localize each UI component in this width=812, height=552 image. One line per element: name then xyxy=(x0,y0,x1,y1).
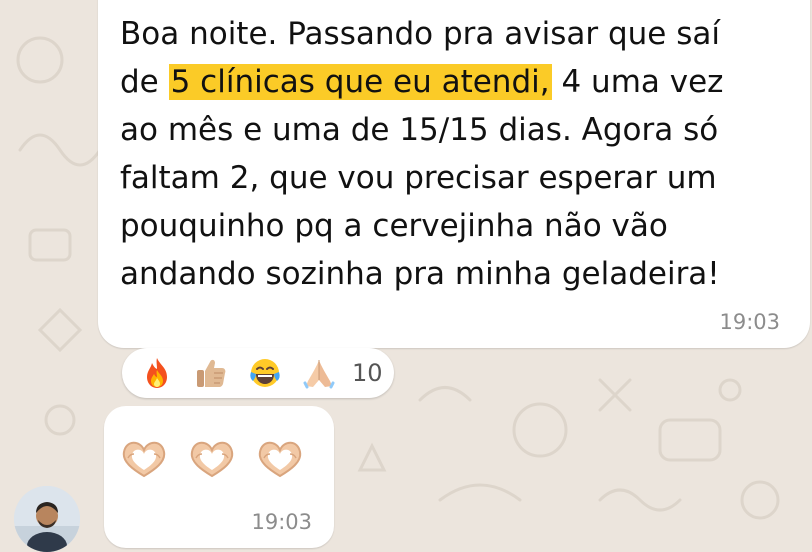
reaction-count: 10 xyxy=(352,359,383,387)
fire-icon xyxy=(140,356,174,390)
emoji-row xyxy=(120,438,324,478)
highlighted-text: 5 clínicas que eu atendi, xyxy=(168,64,552,100)
message-text: Boa noite. Passando pra avisar que saí d… xyxy=(120,10,800,298)
message-line-post: 4 uma vez xyxy=(551,64,724,100)
avatar[interactable] xyxy=(14,486,80,552)
message-line: Boa noite. Passando pra avisar que saí xyxy=(120,16,720,52)
message-timestamp: 19:03 xyxy=(719,310,780,334)
message-bubble[interactable]: Boa noite. Passando pra avisar que saí d… xyxy=(98,0,810,348)
thumbs-up-icon xyxy=(194,356,228,390)
message-timestamp: 19:03 xyxy=(251,510,312,534)
heart-hands-icon xyxy=(188,438,236,478)
message-line-pre: de xyxy=(120,64,169,100)
reactions-bar[interactable]: 10 xyxy=(122,348,394,398)
message-line: andando sozinha pra minha geladeira! xyxy=(120,256,720,292)
heart-hands-icon xyxy=(256,438,304,478)
folded-hands-icon xyxy=(302,356,336,390)
tears-of-joy-icon xyxy=(248,356,282,390)
message-line: pouquinho pq a cervejinha não vão xyxy=(120,208,668,244)
message-line: faltam 2, que vou precisar esperar um xyxy=(120,160,717,196)
heart-hands-icon xyxy=(120,438,168,478)
message-line: ao mês e uma de 15/15 dias. Agora só xyxy=(120,112,719,148)
emoji-message-bubble[interactable]: 19:03 xyxy=(104,406,334,548)
message-line: de 5 clínicas que eu atendi, 4 uma vez xyxy=(120,58,800,106)
